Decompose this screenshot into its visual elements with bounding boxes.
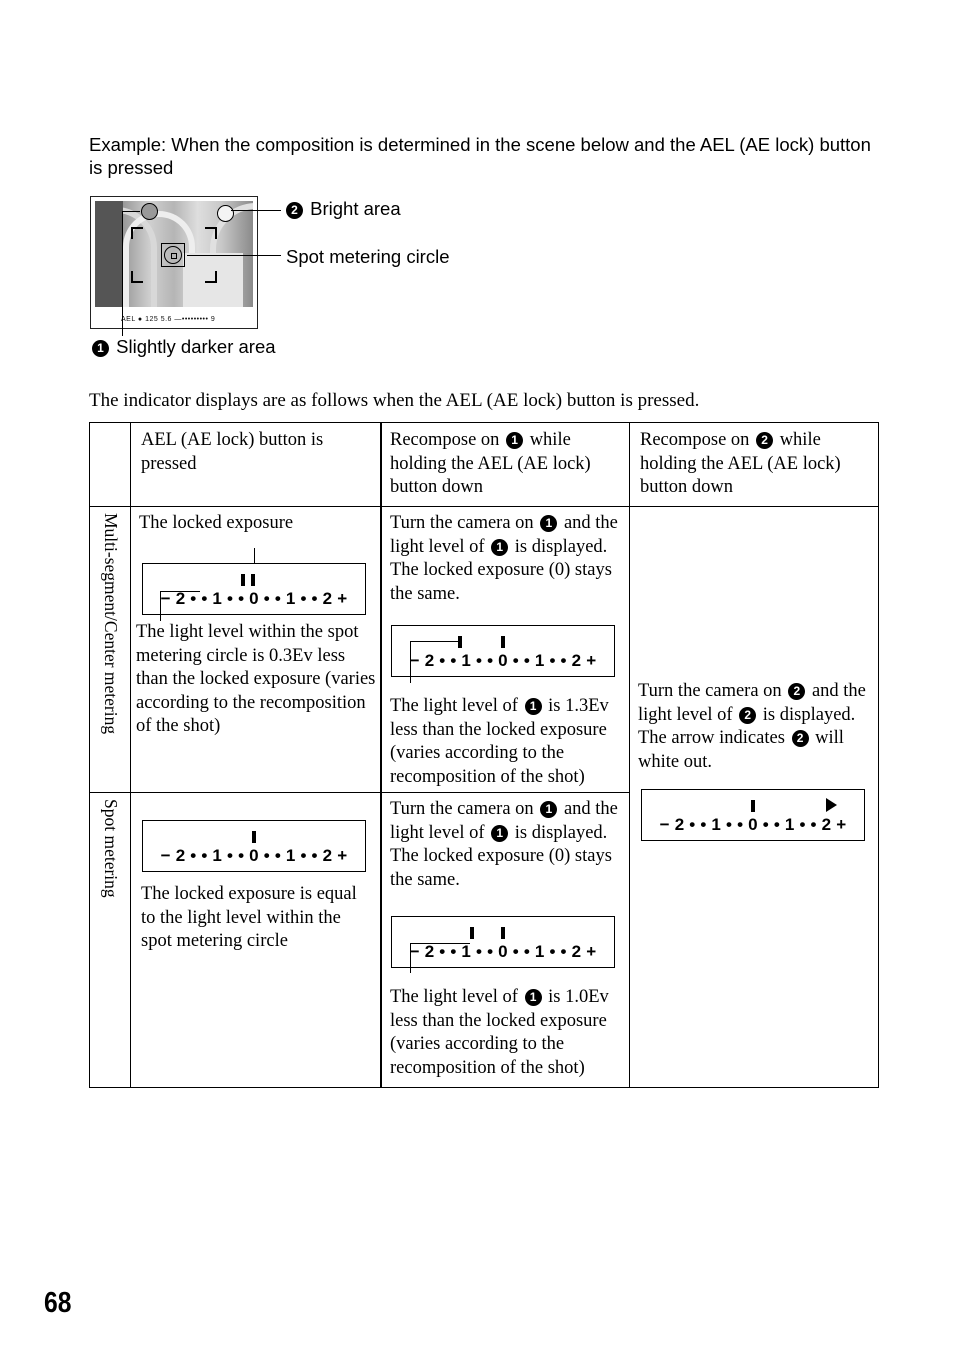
viewfinder-status: AEL ● 125 5.6 —••••••••• 9	[121, 316, 216, 323]
recompose-2-instruction: Turn the camera on 2 and the light level…	[638, 681, 866, 772]
indicator-leader	[410, 641, 458, 642]
spot-recompose-1-instruction: Turn the camera on 1 and the light level…	[390, 799, 618, 890]
locked-tick	[501, 927, 505, 939]
locked-tick	[751, 800, 755, 812]
exposure-scale: − 2 • • 1 • • 0 • • 1 • • 2 +	[659, 815, 847, 834]
measured-tick	[470, 927, 474, 939]
number-1-badge: 1	[491, 538, 509, 556]
row-label-spot: Spot metering	[101, 799, 121, 898]
spot-circle-leader	[187, 255, 281, 256]
indicator-recompose-2: − 2 • • 1 • • 0 • • 1 • • 2 +	[641, 789, 865, 841]
darker-area-circle	[141, 203, 158, 220]
exposure-scale: − 2 • • 1 • • 0 • • 1 • • 2 +	[160, 846, 348, 865]
number-2-badge: 2	[739, 706, 757, 724]
row-label-multi-segment: Multi-segment/Center metering	[101, 513, 121, 735]
grid-line	[90, 506, 878, 507]
measured-tick	[251, 574, 255, 586]
spot-recompose-1-note: The light level of 1 is 1.0Ev less than …	[390, 987, 609, 1078]
grid-line	[130, 423, 131, 1087]
number-1-badge: 1	[491, 824, 509, 842]
number-2-badge: 2	[791, 730, 809, 747]
grid-line	[380, 423, 382, 1087]
indicator-leader	[410, 943, 411, 973]
grid-line	[90, 792, 630, 793]
multi-recompose-1-instruction: Turn the camera on 1 and the light level…	[390, 513, 618, 604]
indicator-multi-recompose-1: − 2 • • 1 • • 0 • • 1 • • 2 +	[391, 625, 615, 677]
bright-area-label: 2 Bright area	[284, 198, 401, 220]
multi-recompose-1-note: The light level of 1 is 1.3Ev less than …	[390, 696, 609, 787]
exposure-scale: − 2 • • 1 • • 0 • • 1 • • 2 +	[409, 651, 597, 670]
number-1-badge: 1	[540, 801, 558, 818]
bright-area-circle	[217, 205, 234, 222]
darker-area-label: 1 Slightly darker area	[90, 336, 276, 358]
exposure-scale: − 2 • • 1 • • 0 • • 1 • • 2 +	[409, 942, 597, 961]
spot-metering-circle	[161, 243, 185, 267]
number-1-badge: 1	[524, 989, 542, 1006]
number-2-badge: 2	[286, 202, 303, 219]
number-1-badge: 1	[506, 432, 524, 449]
example-caption: Example: When the composition is determi…	[89, 134, 871, 178]
indicator-leader	[410, 641, 411, 683]
spot-circle-label: Spot metering circle	[286, 246, 450, 267]
multi-locked-title: The locked exposure	[139, 513, 294, 533]
header-col3: Recompose on 2 while holding the AEL (AE…	[640, 430, 841, 497]
page-number: 68	[44, 1287, 72, 1319]
viewfinder-image: AEL ● 125 5.6 —••••••••• 9	[90, 196, 258, 329]
indicator-multi-locked: − 2 • • 1 • • 0 • • 1 • • 2 +	[142, 563, 366, 615]
multi-locked-note: The light level within the spot metering…	[136, 622, 376, 736]
number-1-badge: 1	[524, 698, 542, 715]
darker-area-leader-h	[122, 211, 140, 212]
indicator-leader	[160, 591, 200, 592]
spot-locked-note: The locked exposure is equal to the ligh…	[141, 884, 357, 951]
viewfinder-scene	[95, 201, 253, 307]
indicator-spot-locked: − 2 • • 1 • • 0 • • 1 • • 2 +	[142, 820, 366, 872]
number-2-badge: 2	[756, 432, 774, 449]
darker-area-leader-v	[122, 211, 123, 336]
bright-area-leader	[231, 210, 281, 211]
indicator-spot-recompose-1: − 2 • • 1 • • 0 • • 1 • • 2 +	[391, 916, 615, 968]
exposure-scale: − 2 • • 1 • • 0 • • 1 • • 2 +	[160, 589, 348, 608]
intro-text: The indicator displays are as follows wh…	[89, 390, 700, 411]
header-col2: Recompose on 1 while holding the AEL (AE…	[390, 430, 591, 497]
grid-line	[629, 423, 630, 1087]
indicator-table: AEL (AE lock) button is pressed Recompos…	[89, 422, 879, 1088]
number-1-badge: 1	[92, 340, 109, 357]
locked-tick	[501, 636, 505, 648]
measured-tick	[458, 636, 462, 648]
over-range-arrow-icon	[826, 798, 837, 812]
indicator-leader	[410, 943, 470, 944]
number-1-badge: 1	[540, 515, 558, 532]
indicator-leader	[160, 591, 161, 621]
locked-tick	[241, 574, 245, 586]
number-2-badge: 2	[788, 683, 806, 700]
header-col1: AEL (AE lock) button is pressed	[141, 430, 324, 474]
locked-tick	[252, 831, 256, 843]
